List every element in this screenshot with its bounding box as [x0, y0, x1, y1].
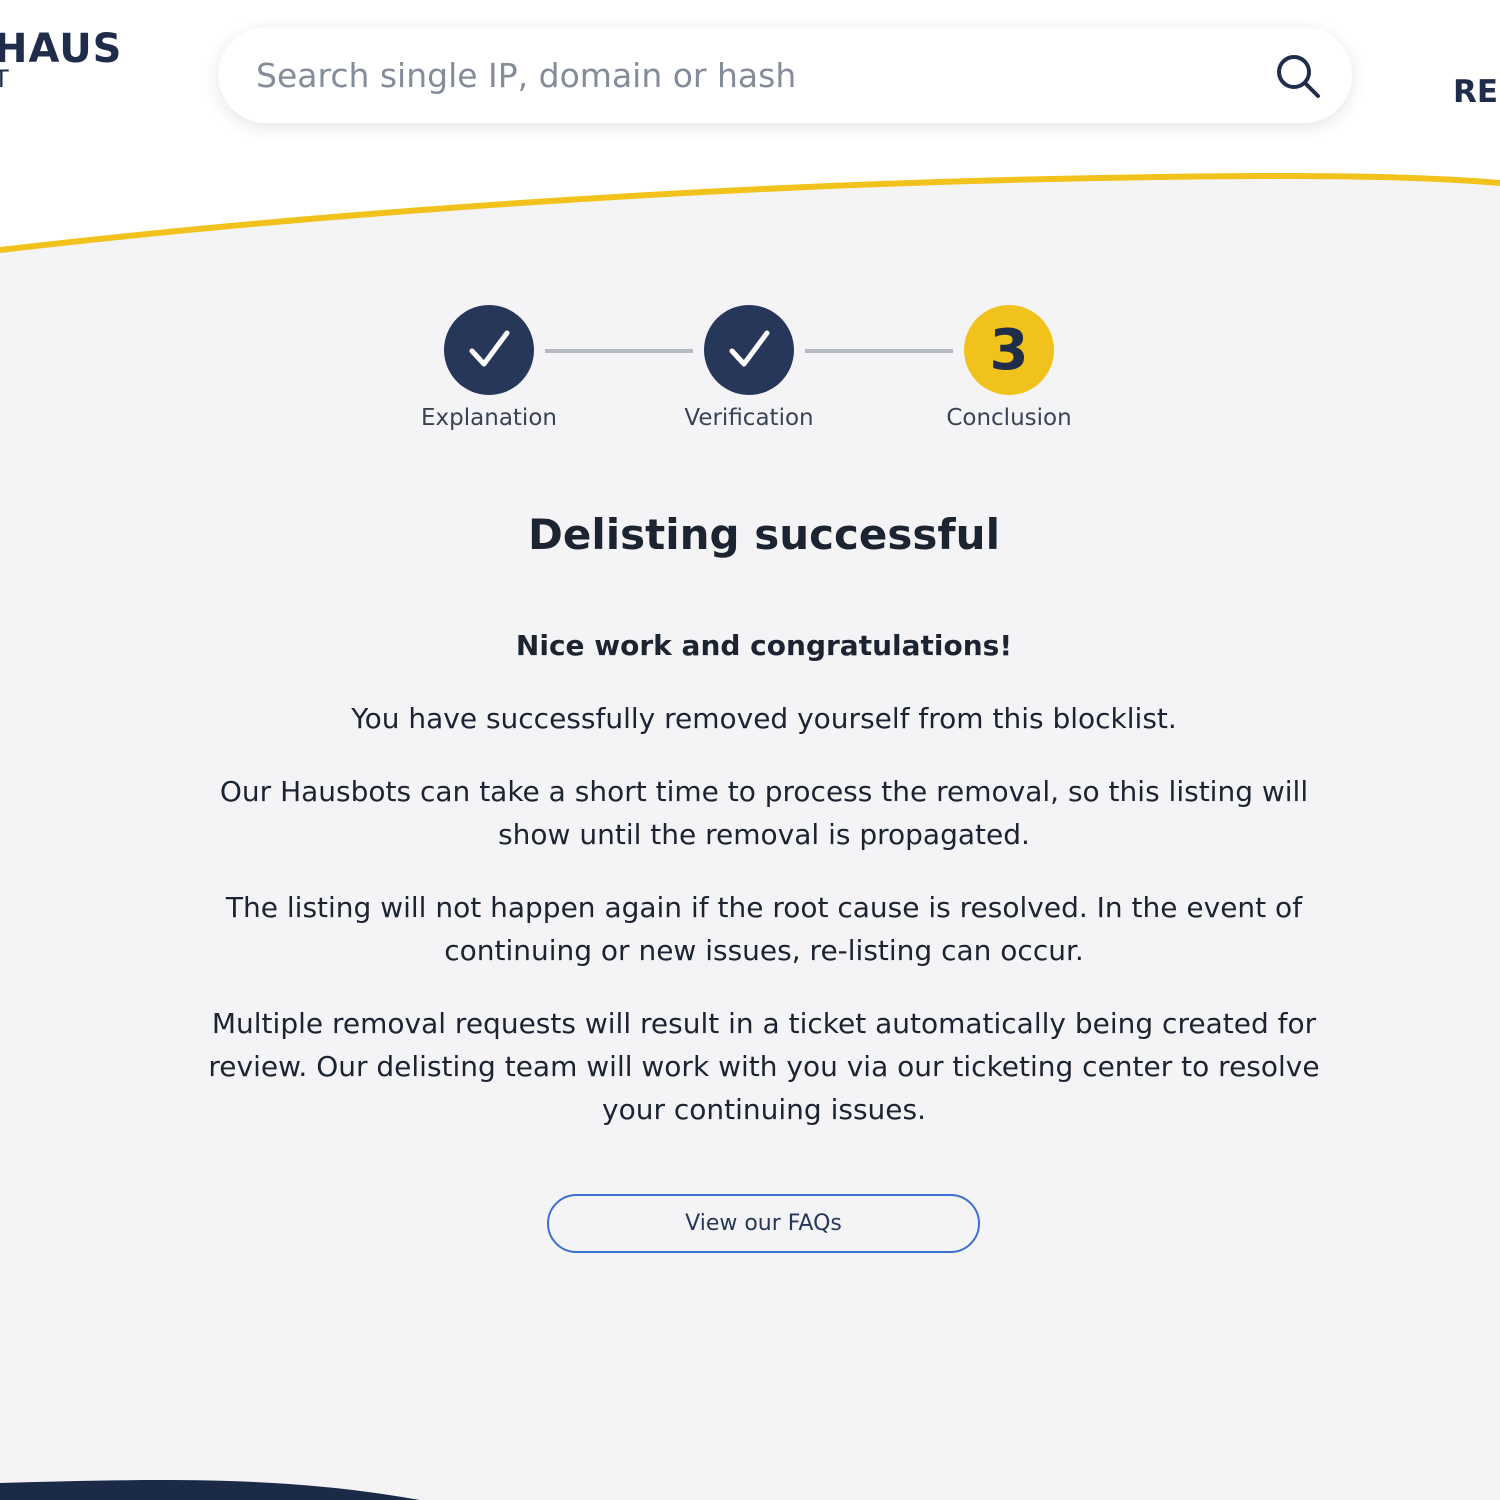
step-number: 3	[989, 317, 1029, 383]
step-connector	[805, 349, 953, 353]
checkmark-icon	[729, 330, 770, 367]
nav-item-partial[interactable]: RE	[1453, 74, 1498, 110]
message-paragraph: The listing will not happen again if the…	[225, 891, 1303, 967]
header-wave-divider	[0, 172, 1500, 253]
search-icon[interactable]	[1274, 52, 1322, 100]
logo-wordmark: HAUS	[0, 26, 123, 72]
site-logo[interactable]: HAUS T	[0, 26, 123, 91]
step-conclusion-circle: 3	[964, 305, 1054, 395]
checkmark-icon	[469, 330, 510, 367]
message-paragraph: Our Hausbots can take a short time to pr…	[219, 775, 1309, 851]
view-faqs-button[interactable]: View our FAQs	[547, 1194, 980, 1253]
site-header: HAUS T RE	[0, 0, 1500, 270]
footer-edge	[0, 1480, 420, 1500]
message-paragraph: Multiple removal requests will result in…	[208, 1007, 1320, 1126]
step-explanation-circle	[444, 305, 534, 395]
message-body: Nice work and congratulations! You have …	[200, 624, 1328, 1161]
step-explanation-label: Explanation	[421, 405, 557, 431]
page-title: Delisting successful	[528, 510, 1000, 559]
search-input[interactable]	[256, 47, 1216, 103]
search-bar	[218, 27, 1352, 123]
step-verification-circle	[704, 305, 794, 395]
lead-text: Nice work and congratulations!	[515, 629, 1013, 662]
step-connector	[545, 349, 693, 353]
progress-stepper: Explanation Verification 3 Conclusion	[400, 305, 1100, 445]
step-conclusion-label: Conclusion	[946, 405, 1072, 431]
step-verification-label: Verification	[684, 405, 814, 431]
message-paragraph: You have successfully removed yourself f…	[351, 702, 1177, 735]
